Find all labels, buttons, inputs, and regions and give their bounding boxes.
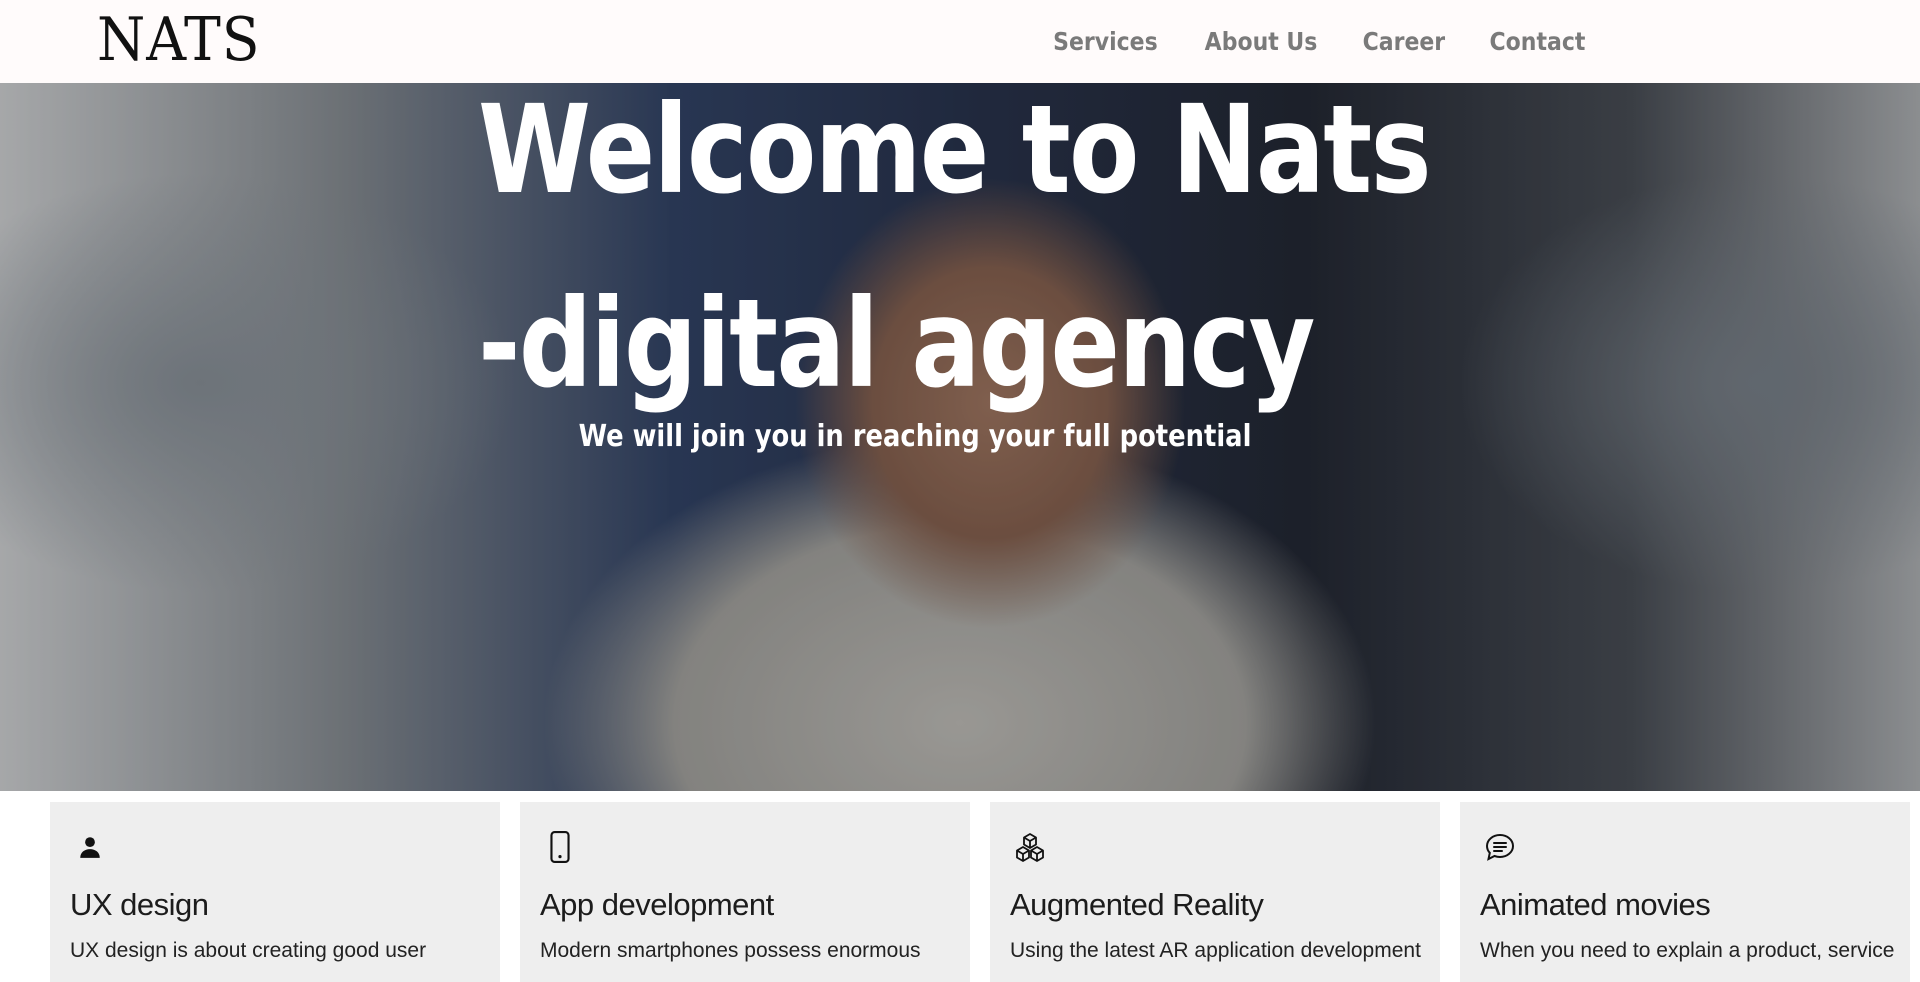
card-title: Animated movies — [1480, 887, 1711, 922]
nav-contact[interactable]: Contact — [1490, 22, 1586, 62]
nav-about-us[interactable]: About Us — [1205, 22, 1318, 62]
service-card-ux-design[interactable]: UX design UX design is about creating go… — [50, 802, 500, 982]
service-card-app-development[interactable]: App development Modern smartphones posse… — [520, 802, 970, 982]
hero-title-line-2: -digital agency — [478, 273, 1315, 415]
card-text: Using the latest AR application developm… — [1010, 939, 1421, 962]
services-cards: UX design UX design is about creating go… — [50, 802, 1910, 982]
logo[interactable]: NATS — [97, 8, 260, 73]
hero-banner: Welcome to Nats -digital agency We will … — [0, 83, 1920, 791]
card-text: UX design is about creating good user — [70, 939, 427, 962]
card-text: Modern smartphones possess enormous — [540, 939, 921, 962]
cubes-icon — [1010, 827, 1050, 867]
hero-subtitle: We will join you in reaching your full p… — [578, 419, 1252, 454]
hero-title: Welcome to Nats -digital agency — [478, 83, 1432, 441]
card-title: App development — [540, 887, 774, 922]
site-header: NATS Services About Us Career Contact — [0, 0, 1920, 83]
service-card-augmented-reality[interactable]: Augmented Reality Using the latest AR ap… — [990, 802, 1440, 982]
card-title: UX design — [70, 887, 209, 922]
main-nav: Services About Us Career Contact — [1046, 22, 1592, 62]
chat-icon — [1480, 827, 1520, 867]
nav-services[interactable]: Services — [1054, 22, 1159, 62]
card-title: Augmented Reality — [1010, 887, 1264, 922]
hero-title-line-1: Welcome to Nats — [478, 83, 1432, 221]
service-card-animated-movies[interactable]: Animated movies When you need to explain… — [1460, 802, 1910, 982]
person-icon — [70, 827, 110, 867]
nav-career[interactable]: Career — [1363, 22, 1446, 62]
smartphone-icon — [540, 827, 580, 867]
card-text: When you need to explain a product, serv… — [1480, 939, 1895, 962]
